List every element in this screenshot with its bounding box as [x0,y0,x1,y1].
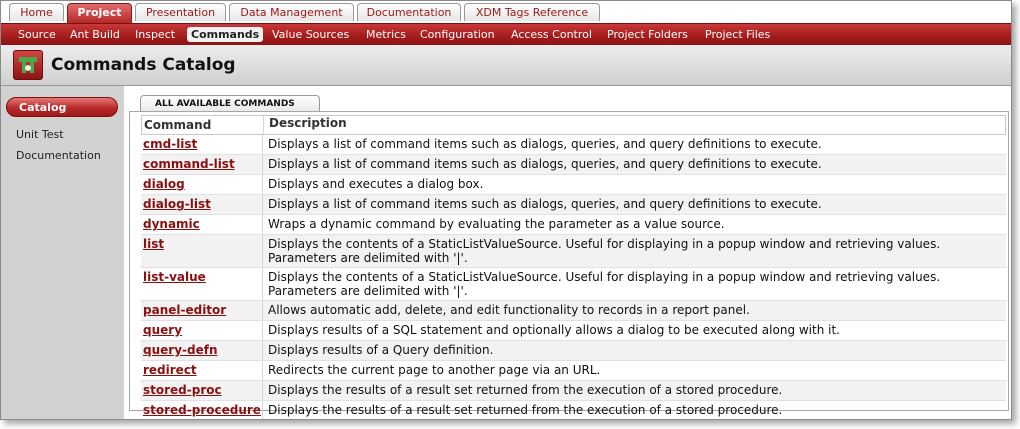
subnav-source[interactable]: Source [14,27,60,42]
command-link[interactable]: stored-procedure [143,403,261,417]
command-cell: redirect [141,361,263,380]
subnav-ant-build[interactable]: Ant Build [66,27,124,42]
app-logo-icon [13,50,43,80]
table-row: list-value Displays the contents of a Sta… [141,268,1006,301]
subnav-inspect[interactable]: Inspect [131,27,179,42]
tab-presentation[interactable]: Presentation [135,3,226,21]
subnav-project-folders[interactable]: Project Folders [603,27,692,42]
sidebar-item-unit-test[interactable]: Unit Test [16,128,64,141]
subnav-configuration[interactable]: Configuration [416,27,499,42]
command-cell: dynamic [141,215,263,234]
description-cell: Displays and executes a dialog box. [268,177,484,191]
tab-home[interactable]: Home [9,3,64,21]
tab-xdm-tags-reference[interactable]: XDM Tags Reference [464,3,600,21]
command-link[interactable]: dynamic [143,217,200,231]
table-row: redirect Redirects the current page to an… [141,361,1006,381]
table-row: list Displays the contents of a StaticLis… [141,235,1006,268]
panel-tab-all-commands[interactable]: ALL AVAILABLE COMMANDS [140,95,320,112]
command-link[interactable]: query-defn [143,343,217,357]
command-cell: panel-editor [141,301,263,320]
table-row: stored-proc Displays the results of a res… [141,381,1006,401]
description-cell: Displays a list of command items such as… [268,157,822,171]
table-row: command-list Displays a list of command i… [141,155,1006,175]
table-row: query Displays results of a SQL statement… [141,321,1006,341]
command-cell: dialog [141,175,263,194]
command-cell: cmd-list [141,135,263,154]
subnav-project-files[interactable]: Project Files [701,27,774,42]
subnav-value-sources[interactable]: Value Sources [268,27,353,42]
sidebar-item-documentation[interactable]: Documentation [16,149,101,162]
tab-data-management[interactable]: Data Management [229,3,354,21]
command-link[interactable]: query [143,323,182,337]
description-cell: Displays the contents of a StaticListVal… [268,270,941,298]
command-link[interactable]: dialog-list [143,197,211,211]
tab-project[interactable]: Project [67,3,132,23]
command-link[interactable]: list-value [143,270,206,284]
page-header: Commands Catalog [1,45,1011,86]
command-link[interactable]: stored-proc [143,383,222,397]
app-window: Home Project Presentation Data Managemen… [0,0,1012,420]
commands-panel: Command Description cmd-list Displays a l… [129,111,1009,419]
command-link[interactable]: panel-editor [143,303,226,317]
page-title: Commands Catalog [51,55,236,75]
description-cell: Redirects the current page to another pa… [268,363,601,377]
command-cell: command-list [141,155,263,174]
main-content: ALL AVAILABLE COMMANDS Command Descripti… [124,86,1011,419]
command-link[interactable]: list [143,237,164,251]
sidebar: Catalog Unit Test Documentation [1,86,124,419]
command-cell: query-defn [141,341,263,360]
table-row: panel-editor Allows automatic add, delete… [141,301,1006,321]
description-cell: Displays the results of a result set ret… [268,403,783,417]
command-cell: stored-procedure [141,401,263,419]
description-cell: Allows automatic add, delete, and edit f… [268,303,750,317]
description-cell: Displays results of a Query definition. [268,343,494,357]
command-link[interactable]: redirect [143,363,197,377]
top-tab-bar: Home Project Presentation Data Managemen… [1,1,1011,23]
sub-navigation: Source Ant Build Inspect Commands Value … [1,23,1011,45]
table-row: dynamic Wraps a dynamic command by evalua… [141,215,1006,235]
description-cell: Displays the results of a result set ret… [268,383,783,397]
command-link[interactable]: command-list [143,157,235,171]
subnav-metrics[interactable]: Metrics [362,27,410,42]
description-cell: Wraps a dynamic command by evaluating th… [268,217,725,231]
table-row: dialog Displays and executes a dialog box… [141,175,1006,195]
table-row: dialog-list Displays a list of command it… [141,195,1006,215]
commands-table: Command Description cmd-list Displays a l… [141,115,1006,419]
command-link[interactable]: cmd-list [143,137,197,151]
tab-documentation[interactable]: Documentation [357,3,461,21]
table-row: cmd-list Displays a list of command items… [141,135,1006,155]
description-cell: Displays the contents of a StaticListVal… [268,237,941,265]
description-cell: Displays a list of command items such as… [268,197,822,211]
command-cell: list [141,235,263,267]
table-row: query-defn Displays results of a Query de… [141,341,1006,361]
command-cell: query [141,321,263,340]
subnav-commands[interactable]: Commands [187,27,264,42]
table-header-row: Command Description [141,115,1006,135]
column-header-command: Command [142,116,264,134]
command-cell: list-value [141,268,263,300]
command-link[interactable]: dialog [143,177,185,191]
column-header-description: Description [269,116,347,130]
table-row: stored-procedure Displays the results of … [141,401,1006,419]
sidebar-item-catalog[interactable]: Catalog [6,97,118,117]
description-cell: Displays a list of command items such as… [268,137,822,151]
subnav-access-control[interactable]: Access Control [507,27,596,42]
description-cell: Displays results of a SQL statement and … [268,323,840,337]
command-cell: dialog-list [141,195,263,214]
command-cell: stored-proc [141,381,263,400]
